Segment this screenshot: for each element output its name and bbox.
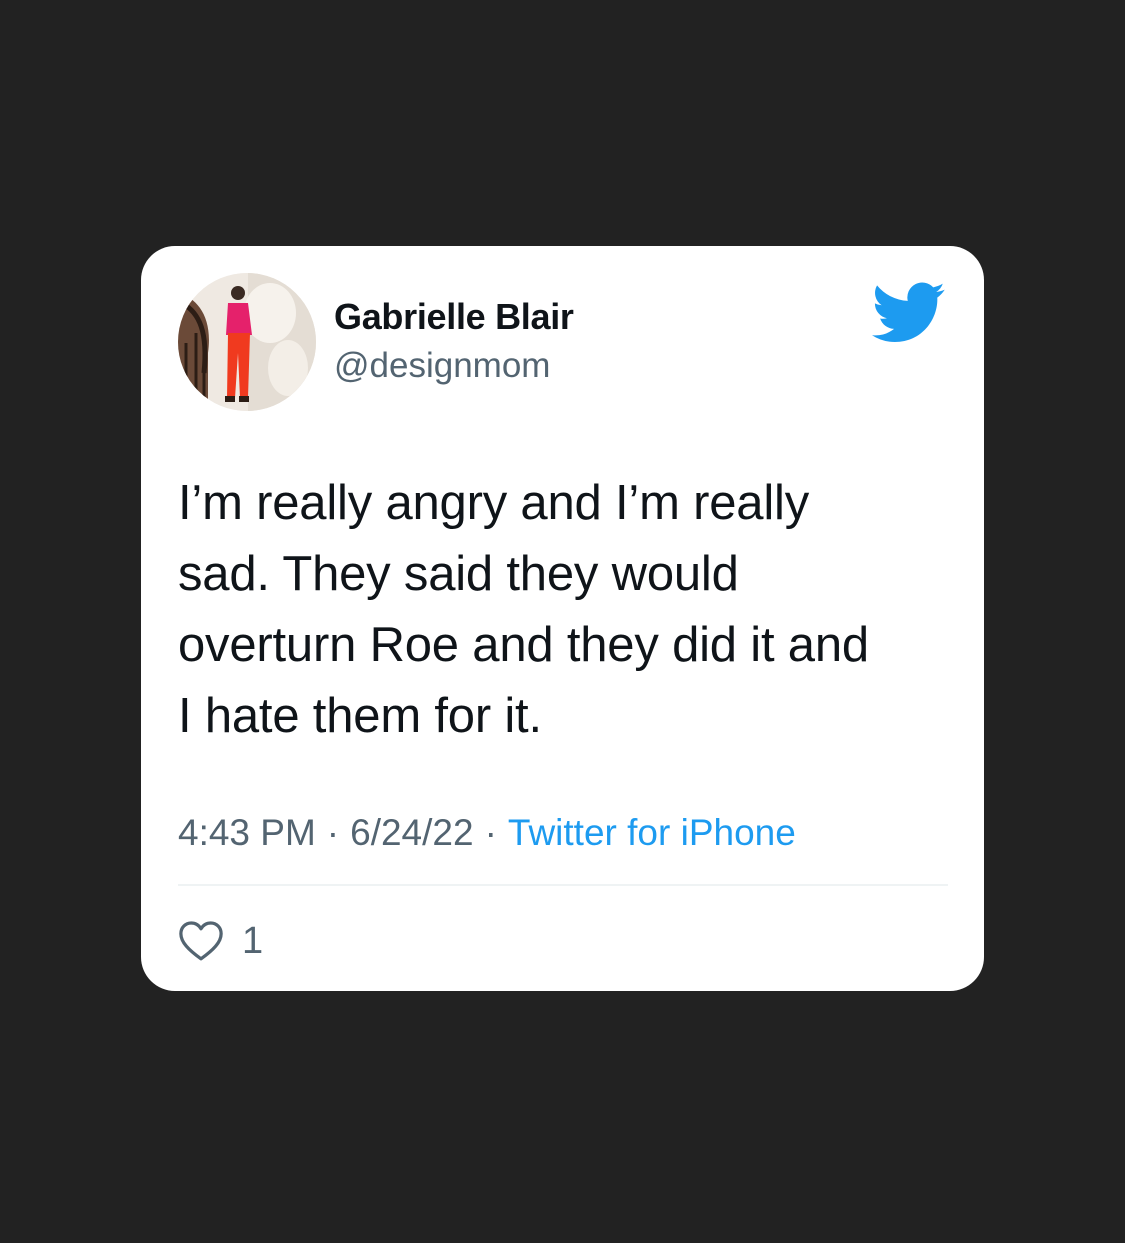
author-handle[interactable]: @designmom — [334, 346, 550, 386]
tweet-text: I’m really angry and I’m really sad. The… — [178, 468, 958, 752]
avatar-photo — [178, 273, 316, 411]
author-display-name[interactable]: Gabrielle Blair — [334, 296, 574, 338]
tweet-text-line: sad. They said they would — [178, 547, 739, 601]
tweet-text-line: overturn Roe and they did it and — [178, 618, 869, 672]
meta-separator: · — [484, 812, 497, 853]
heart-icon[interactable] — [178, 919, 224, 963]
tweet-time[interactable]: 4:43 PM — [178, 812, 316, 853]
tweet-text-line: I hate them for it. — [178, 689, 542, 743]
twitter-bird-icon[interactable] — [872, 282, 946, 344]
avatar[interactable] — [178, 273, 316, 411]
divider — [178, 884, 948, 886]
tweet-meta: 4:43 PM · 6/24/22 · Twitter for iPhone — [178, 812, 796, 854]
tweet-card: Gabrielle Blair @designmom I’m really an… — [141, 246, 984, 991]
tweet-source-link[interactable]: Twitter for iPhone — [508, 812, 796, 853]
meta-separator: · — [326, 812, 340, 853]
like-stat[interactable]: 1 — [178, 919, 263, 963]
like-count: 1 — [242, 920, 264, 962]
tweet-text-line: I’m really angry and I’m really — [178, 476, 810, 530]
tweet-date[interactable]: 6/24/22 — [350, 812, 473, 853]
